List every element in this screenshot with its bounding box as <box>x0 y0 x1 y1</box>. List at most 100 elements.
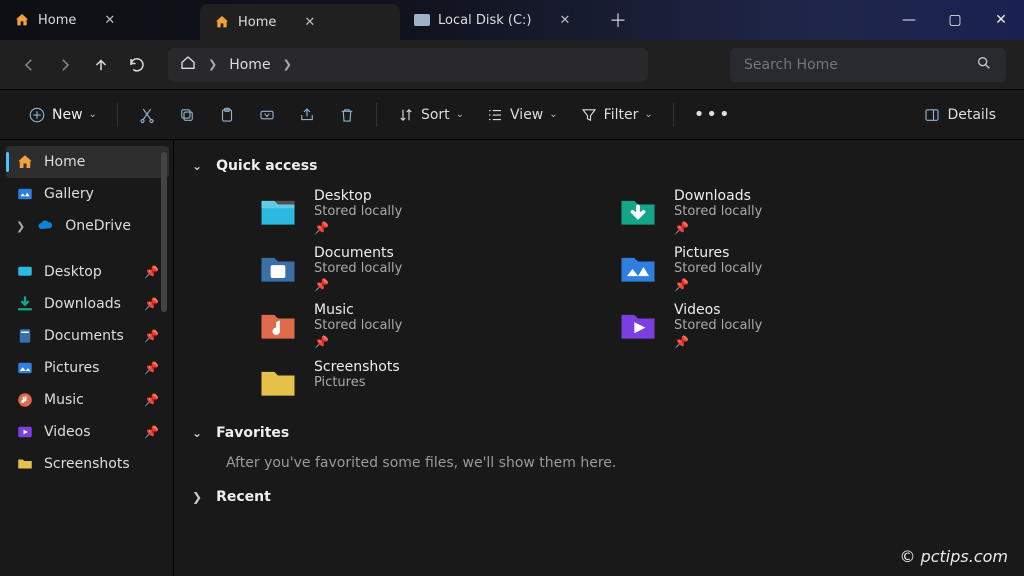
quick-access-item[interactable]: DownloadsStored locally 📌 <box>616 188 956 235</box>
chevron-down-icon[interactable]: ⌄ <box>192 159 202 173</box>
window-tab-local-disk[interactable]: Local Disk (C:) ✕ <box>400 0 600 40</box>
close-button[interactable]: ✕ <box>978 0 1024 40</box>
sidebar-item-music[interactable]: Music 📌 <box>6 384 169 416</box>
quick-access-item[interactable]: MusicStored locally📌 <box>256 302 596 349</box>
view-button[interactable]: View ⌄ <box>478 102 566 128</box>
folder-icon <box>616 188 660 232</box>
item-title: Music <box>314 302 402 318</box>
chevron-down-icon: ⌄ <box>89 109 97 120</box>
pin-icon: 📌 <box>674 221 762 235</box>
delete-button[interactable] <box>330 102 364 128</box>
quick-access-header[interactable]: ⌄ Quick access <box>192 158 1002 174</box>
copy-button[interactable] <box>170 102 204 128</box>
folder-icon <box>616 302 660 346</box>
favorites-empty-hint: After you've favorited some files, we'll… <box>226 455 1002 471</box>
item-subtitle: Stored locally <box>674 204 762 219</box>
onedrive-icon <box>37 217 55 235</box>
quick-access-item[interactable]: VideosStored locally📌 <box>616 302 956 349</box>
sort-label: Sort <box>421 107 450 123</box>
sidebar-item-home[interactable]: Home <box>6 146 169 178</box>
sidebar-item-onedrive[interactable]: ❯ OneDrive <box>6 210 169 242</box>
pin-icon[interactable]: 📌 <box>144 361 159 375</box>
sidebar-item-label: Music <box>44 392 84 408</box>
share-button[interactable] <box>290 102 324 128</box>
quick-access-item[interactable]: PicturesStored locally📌 <box>616 245 956 292</box>
breadcrumb[interactable]: Home <box>229 57 270 73</box>
sidebar-item-videos[interactable]: Videos 📌 <box>6 416 169 448</box>
quick-access-item[interactable]: DesktopStored locally📌 <box>256 188 596 235</box>
quick-access-item[interactable]: DocumentsStored locally📌 <box>256 245 596 292</box>
more-button[interactable]: ••• <box>686 100 740 129</box>
pin-icon: 📌 <box>674 335 762 349</box>
window-tab-home-2[interactable]: Home ✕ <box>200 4 400 40</box>
sidebar-item-label: Videos <box>44 424 91 440</box>
command-bar: New ⌄ Sort ⌄ View ⌄ Filter ⌄ ••• Details <box>0 90 1024 140</box>
tab-label: Home <box>38 13 76 28</box>
sidebar-item-desktop[interactable]: Desktop📌 <box>6 256 169 288</box>
window-tab-home-1[interactable]: Home ✕ <box>0 0 200 40</box>
content-pane: ⌄ Quick access DesktopStored locally📌Dow… <box>174 140 1024 576</box>
title-bar: Home ✕ Home ✕ Local Disk (C:) ✕ ＋ — ▢ ✕ <box>0 0 1024 40</box>
section-title: Recent <box>216 489 271 505</box>
item-title: Videos <box>674 302 762 318</box>
watermark: © pctips.com <box>899 547 1008 566</box>
chevron-down-icon: ⌄ <box>456 109 464 120</box>
new-button[interactable]: New ⌄ <box>20 102 105 128</box>
gallery-icon <box>16 185 34 203</box>
sort-button[interactable]: Sort ⌄ <box>389 102 472 128</box>
navigation-pane: Home Gallery ❯ OneDrive Desktop📌 Downloa… <box>0 140 174 576</box>
pin-icon[interactable]: 📌 <box>144 425 159 439</box>
details-pane-button[interactable]: Details <box>915 102 1004 128</box>
refresh-button[interactable] <box>126 54 148 76</box>
pin-icon[interactable]: 📌 <box>144 329 159 343</box>
chevron-right-icon[interactable]: ❯ <box>283 58 292 71</box>
forward-button[interactable] <box>54 54 76 76</box>
chevron-down-icon: ⌄ <box>549 109 557 120</box>
maximize-button[interactable]: ▢ <box>932 0 978 40</box>
rename-button[interactable] <box>250 102 284 128</box>
search-box[interactable] <box>730 48 1006 82</box>
search-icon[interactable] <box>976 55 992 75</box>
item-title: Desktop <box>314 188 402 204</box>
folder-icon <box>256 359 300 403</box>
close-icon[interactable]: ✕ <box>559 13 570 28</box>
chevron-down-icon: ⌄ <box>644 109 652 120</box>
sidebar-item-gallery[interactable]: Gallery <box>6 178 169 210</box>
close-icon[interactable]: ✕ <box>104 13 115 28</box>
filter-label: Filter <box>604 107 639 123</box>
music-icon <box>16 391 34 409</box>
desktop-icon <box>16 263 34 281</box>
sidebar-item-label: Gallery <box>44 186 94 202</box>
sidebar-item-downloads[interactable]: Downloads📌 <box>6 288 169 320</box>
close-icon[interactable]: ✕ <box>304 15 315 30</box>
search-input[interactable] <box>744 57 968 73</box>
sidebar-item-screenshots[interactable]: Screenshots <box>6 448 169 480</box>
tab-label: Local Disk (C:) <box>438 13 531 28</box>
quick-access-item[interactable]: ScreenshotsPictures <box>256 359 596 403</box>
chevron-right-icon[interactable]: ❯ <box>192 490 202 504</box>
sidebar-item-label: Screenshots <box>44 456 130 472</box>
sidebar-item-documents[interactable]: Documents📌 <box>6 320 169 352</box>
cut-button[interactable] <box>130 102 164 128</box>
recent-header[interactable]: ❯ Recent <box>192 489 1002 505</box>
paste-button[interactable] <box>210 102 244 128</box>
back-button[interactable] <box>18 54 40 76</box>
new-tab-button[interactable]: ＋ <box>600 0 636 40</box>
pin-icon[interactable]: 📌 <box>144 265 159 279</box>
folder-icon <box>256 245 300 289</box>
item-title: Downloads <box>674 188 762 204</box>
chevron-right-icon[interactable]: ❯ <box>16 220 25 233</box>
pin-icon[interactable]: 📌 <box>144 393 159 407</box>
address-bar[interactable]: ❯ Home ❯ <box>168 48 648 82</box>
chevron-down-icon[interactable]: ⌄ <box>192 426 202 440</box>
filter-button[interactable]: Filter ⌄ <box>572 102 661 128</box>
up-button[interactable] <box>90 54 112 76</box>
favorites-header[interactable]: ⌄ Favorites <box>192 425 1002 441</box>
pin-icon[interactable]: 📌 <box>144 297 159 311</box>
minimize-button[interactable]: — <box>886 0 932 40</box>
drive-icon <box>414 14 430 26</box>
home-icon <box>14 12 30 28</box>
sidebar-item-pictures[interactable]: Pictures📌 <box>6 352 169 384</box>
documents-icon <box>16 327 34 345</box>
scrollbar-thumb[interactable] <box>161 152 167 312</box>
